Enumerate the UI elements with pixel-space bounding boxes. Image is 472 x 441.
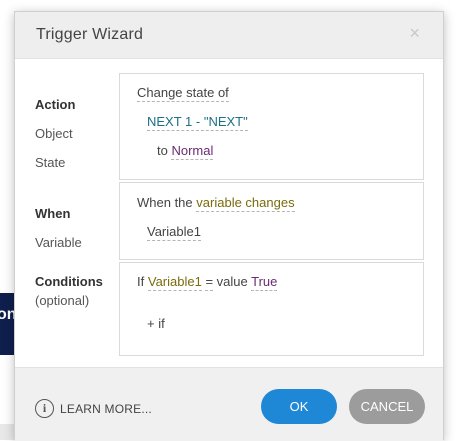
variable-label: Variable <box>35 235 82 250</box>
ok-button[interactable]: OK <box>261 389 337 424</box>
optional-label: (optional) <box>35 293 90 308</box>
add-condition-link[interactable]: + if <box>147 316 165 331</box>
conditions-section: Conditions (optional) If Variable1 = val… <box>15 262 443 357</box>
object-label: Object <box>35 126 73 141</box>
when-label: When <box>35 206 71 221</box>
dialog-content: Action Object State Change state of NEXT… <box>15 58 443 368</box>
if-word: If <box>137 274 145 289</box>
action-label: Action <box>35 97 76 112</box>
condition-variable-link[interactable]: Variable1 <box>147 274 202 291</box>
trigger-wizard-dialog: Trigger Wizard × Action Object State Cha… <box>14 11 444 441</box>
variable-link[interactable]: Variable1 <box>147 224 201 241</box>
dialog-header: Trigger Wizard × <box>15 12 443 58</box>
dialog-title: Trigger Wizard <box>36 26 144 43</box>
learn-more-link[interactable]: i LEARN MORE... <box>35 399 152 418</box>
condition-operator-link[interactable]: = <box>205 274 214 291</box>
conditions-panel: If Variable1 = value True + if <box>119 262 424 356</box>
when-prefix: When the <box>137 195 193 210</box>
state-label: State <box>35 155 66 170</box>
value-word: value <box>216 274 248 289</box>
learn-more-text: LEARN MORE... <box>60 401 152 416</box>
conditions-label: Conditions <box>35 274 103 289</box>
action-type-link[interactable]: Change state of <box>137 85 229 102</box>
dialog-footer: i LEARN MORE... OK CANCEL <box>15 368 443 441</box>
state-prefix: to <box>157 143 168 158</box>
action-section: Action Object State Change state of NEXT… <box>15 73 443 181</box>
state-link[interactable]: Normal <box>171 143 214 160</box>
action-panel: Change state of NEXT 1 - "NEXT" to Norma… <box>119 73 424 180</box>
info-icon: i <box>35 399 54 418</box>
background-slide-fragment: on <box>0 293 17 355</box>
background-fragment-bottom <box>0 424 14 440</box>
when-event-link[interactable]: variable changes <box>196 195 295 212</box>
when-panel: When the variable changes Variable1 <box>119 182 424 260</box>
object-link[interactable]: NEXT 1 - "NEXT" <box>147 114 248 131</box>
when-section: When Variable When the variable changes … <box>15 182 443 260</box>
close-icon[interactable]: × <box>409 23 420 44</box>
condition-value-link[interactable]: True <box>251 274 278 291</box>
cancel-button[interactable]: CANCEL <box>349 389 425 424</box>
